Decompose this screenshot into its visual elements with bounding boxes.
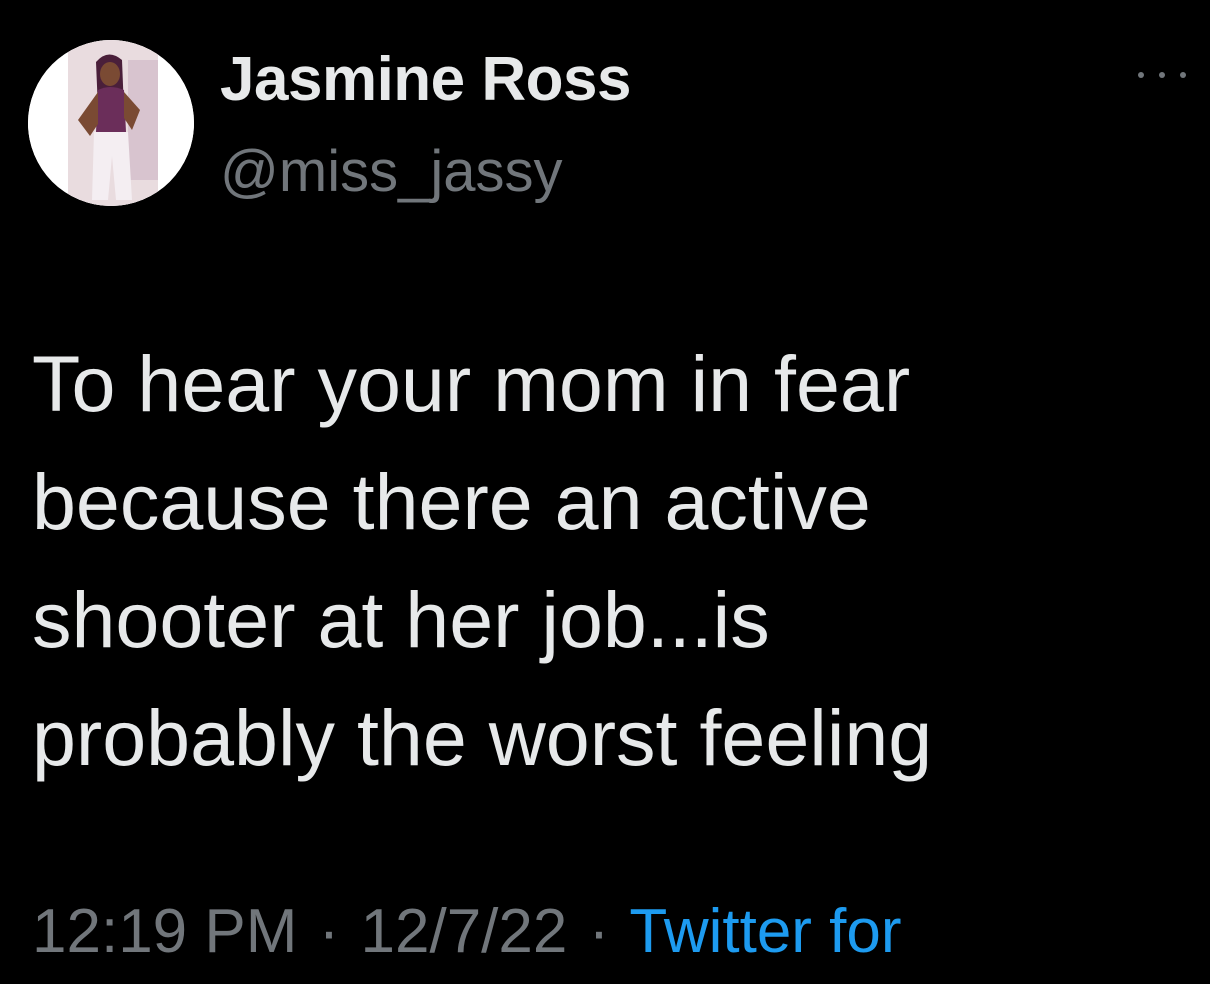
tweet: Jasmine Ross @miss_jassy To hear your mo… (0, 0, 1210, 984)
tweet-text-line: To hear your mom in fear (32, 339, 911, 428)
tweet-text-line: shooter at her job...is (32, 575, 770, 664)
tweet-source-link[interactable]: Twitter for (629, 897, 901, 966)
tweet-text-line: because there an active (32, 457, 871, 546)
meta-separator: · (588, 897, 610, 966)
profile-photo-icon (28, 40, 194, 206)
display-name[interactable]: Jasmine Ross (220, 44, 632, 115)
meta-separator: · (318, 897, 340, 966)
dot (1138, 72, 1144, 78)
tweet-meta: 12:19 PM · 12/7/22 · Twitter for (32, 896, 902, 967)
dot (1159, 72, 1165, 78)
user-handle[interactable]: @miss_jassy (220, 138, 562, 205)
tweet-time[interactable]: 12:19 PM (32, 897, 297, 966)
more-options-icon[interactable] (1134, 62, 1190, 88)
tweet-text-line: probably the worst feeling (32, 693, 933, 782)
tweet-text: To hear your mom in fear because there a… (32, 325, 1182, 797)
dot (1180, 72, 1186, 78)
avatar[interactable] (28, 40, 194, 206)
tweet-date[interactable]: 12/7/22 (361, 897, 568, 966)
